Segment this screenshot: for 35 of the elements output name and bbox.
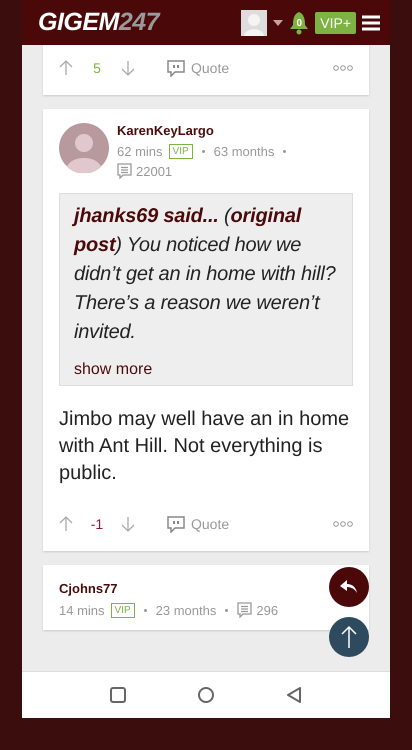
site-logo[interactable]: GIGEM247	[38, 8, 236, 37]
quoted-text: jhanks69 said... (original post) You noticed how we didn’t get an in home with hill? There’s a reason we weren’t invited.	[74, 202, 338, 347]
reply-icon	[340, 580, 358, 594]
post-time: 14 mins	[59, 602, 105, 618]
more-options-icon[interactable]	[333, 521, 353, 527]
post-count: 22001	[136, 164, 172, 178]
post-time: 62 mins	[117, 144, 163, 159]
separator-dot	[202, 150, 205, 153]
member-tenure: 23 months	[156, 602, 216, 618]
vote-score: 5	[92, 60, 102, 76]
caret-icon[interactable]	[273, 20, 284, 26]
menu-icon[interactable]	[362, 14, 380, 30]
comment-icon	[117, 163, 132, 179]
avatar[interactable]	[59, 123, 109, 173]
post-body: Jimbo may well have an in home with Ant Hill. Not everything is public.	[59, 407, 350, 486]
user-avatar-icon[interactable]	[241, 10, 268, 36]
separator-dot	[225, 608, 228, 612]
recents-icon[interactable]	[109, 686, 127, 704]
member-tenure: 63 months	[214, 144, 274, 159]
post-count: 296	[256, 602, 278, 618]
separator-dot	[144, 608, 147, 612]
separator-dot	[283, 150, 286, 153]
comment-icon	[237, 602, 252, 618]
up-arrow-icon	[341, 625, 357, 649]
vip-badge: VIP	[110, 602, 135, 618]
author-name[interactable]: KarenKeyLargo	[117, 123, 307, 138]
vip-badge: VIP	[168, 144, 193, 159]
more-options-icon[interactable]	[333, 65, 353, 71]
quote-bubble-icon	[167, 516, 185, 532]
author-name[interactable]: Cjohns77	[59, 581, 278, 596]
home-icon[interactable]	[197, 686, 215, 704]
vote-score: -1	[90, 516, 104, 532]
back-icon[interactable]	[285, 686, 303, 704]
quote-bubble-icon	[167, 60, 185, 76]
show-more-link[interactable]: show more	[74, 361, 152, 379]
